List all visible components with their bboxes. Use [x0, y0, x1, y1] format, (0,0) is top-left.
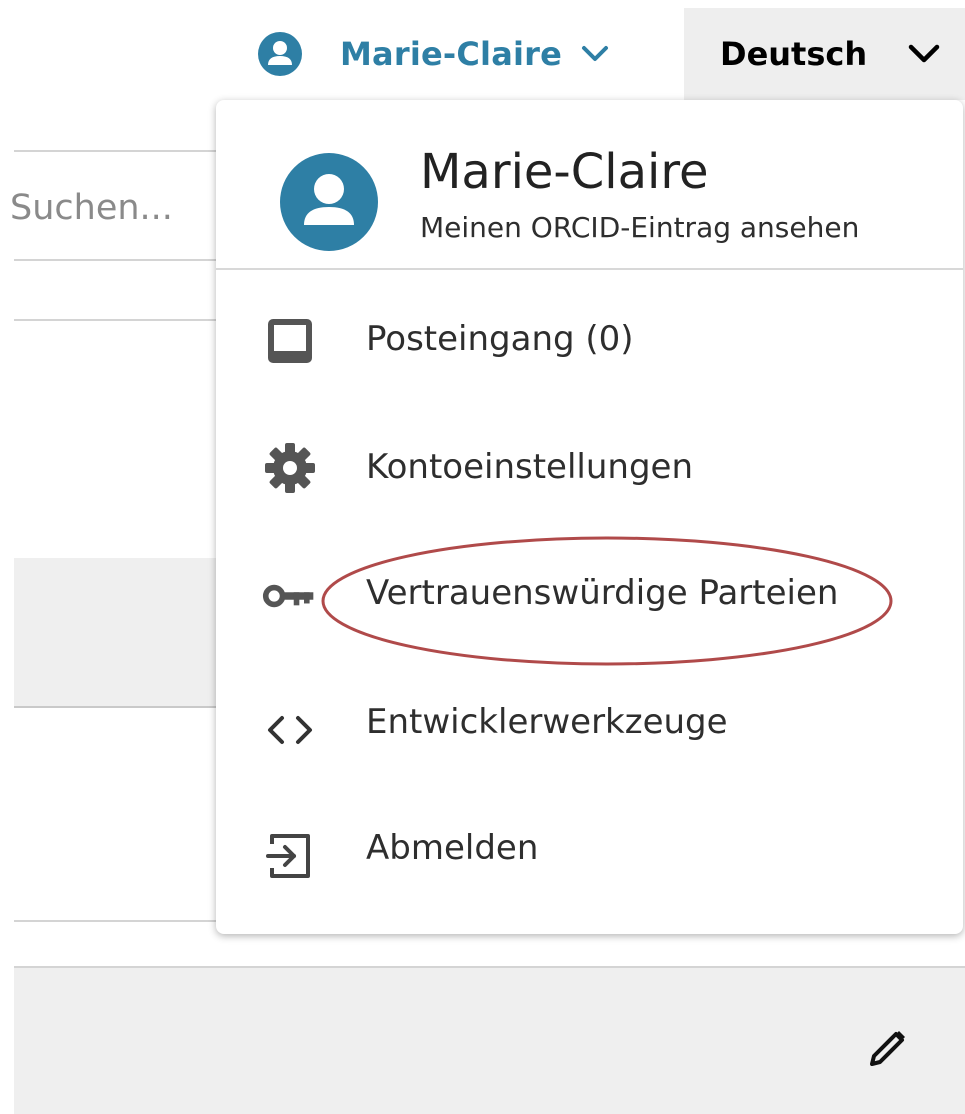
edit-button[interactable]: [858, 1018, 918, 1078]
divider: [14, 920, 216, 922]
menu-item-developer-tools[interactable]: Entwicklerwerkzeuge: [216, 668, 963, 778]
language-label: Deutsch: [720, 35, 868, 73]
divider: [14, 259, 216, 261]
menu-item-label: Posteingang (0): [366, 319, 634, 359]
dropdown-header: Marie-Claire Meinen ORCID-Eintrag ansehe…: [216, 100, 963, 270]
language-select[interactable]: Deutsch: [684, 8, 965, 100]
menu-item-trusted-parties[interactable]: Vertrauenswürdige Parteien: [216, 540, 963, 650]
user-menu-toggle[interactable]: Marie-Claire: [258, 29, 610, 79]
background-panel: [14, 966, 965, 1114]
divider: [14, 319, 216, 321]
menu-item-label: Entwicklerwerkzeuge: [366, 702, 728, 742]
user-name-label: Marie-Claire: [340, 35, 563, 73]
pencil-icon: [870, 1031, 905, 1066]
key-icon: [262, 568, 318, 624]
chevron-down-icon: [907, 43, 941, 65]
code-icon: [262, 702, 318, 758]
view-orcid-record-link[interactable]: Meinen ORCID-Eintrag ansehen: [420, 211, 859, 244]
menu-item-label: Vertrauenswürdige Parteien: [366, 573, 839, 613]
menu-item-account-settings[interactable]: Kontoeinstellungen: [216, 412, 963, 522]
chevron-down-icon: [580, 44, 610, 64]
sign-out-icon: [262, 828, 318, 884]
user-avatar-icon: [258, 32, 302, 76]
inbox-icon: [262, 313, 318, 369]
menu-item-sign-out[interactable]: Abmelden: [216, 796, 963, 906]
user-dropdown-menu: Marie-Claire Meinen ORCID-Eintrag ansehe…: [216, 100, 963, 934]
divider: [14, 150, 216, 152]
gear-icon: [262, 440, 318, 496]
user-avatar-icon: [280, 153, 378, 251]
dropdown-user-name: Marie-Claire: [420, 144, 709, 200]
search-input[interactable]: [10, 168, 210, 248]
menu-item-label: Kontoeinstellungen: [366, 447, 694, 487]
menu-item-label: Abmelden: [366, 828, 539, 868]
menu-item-inbox[interactable]: Posteingang (0): [216, 286, 963, 396]
